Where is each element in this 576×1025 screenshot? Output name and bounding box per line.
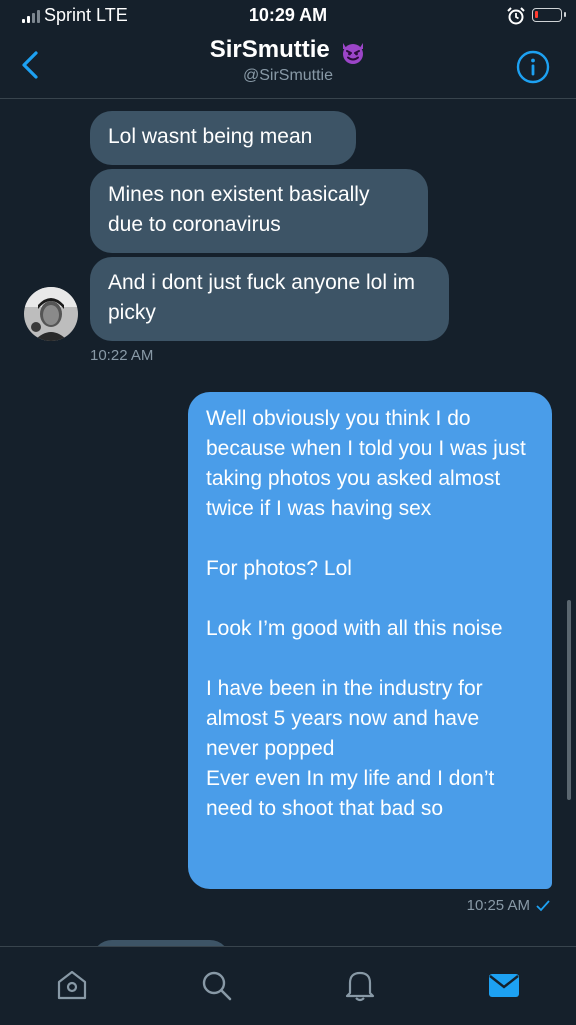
conversation-title[interactable]: SirSmuttie @SirSmuttie	[0, 36, 576, 85]
messages-icon[interactable]	[486, 967, 522, 1003]
search-icon[interactable]	[198, 967, 234, 1003]
read-check-icon	[536, 899, 550, 911]
conversation-header: SirSmuttie @SirSmuttie	[0, 32, 576, 99]
info-icon[interactable]	[516, 50, 550, 84]
home-icon[interactable]	[54, 967, 90, 1003]
incoming-message[interactable]: And i dont just fuck anyone lol im picky	[90, 257, 449, 341]
status-time: 10:29 AM	[248, 5, 328, 25]
message-timestamp: 10:25 AM	[466, 897, 530, 914]
alarm-icon	[507, 7, 525, 25]
message-timestamp: 10:22 AM	[90, 347, 154, 364]
incoming-message[interactable]: Mines non existent basically due to coro…	[90, 169, 428, 253]
avatar[interactable]	[24, 287, 78, 341]
battery-icon	[532, 8, 566, 22]
status-bar: Sprint LTE 10:29 AM	[0, 0, 576, 32]
devil-emoji-icon	[343, 42, 364, 64]
notifications-icon[interactable]	[342, 967, 378, 1003]
outgoing-meta: 10:25 AM	[467, 897, 550, 914]
incoming-message[interactable]: Lol wasnt being mean	[90, 111, 356, 165]
contact-name: SirSmuttie	[209, 36, 330, 63]
tab-bar	[0, 946, 576, 1025]
outgoing-message[interactable]: Well obviously you think I do because wh…	[188, 392, 552, 889]
contact-handle: @SirSmuttie	[242, 66, 334, 84]
scrollbar[interactable]	[567, 600, 571, 800]
